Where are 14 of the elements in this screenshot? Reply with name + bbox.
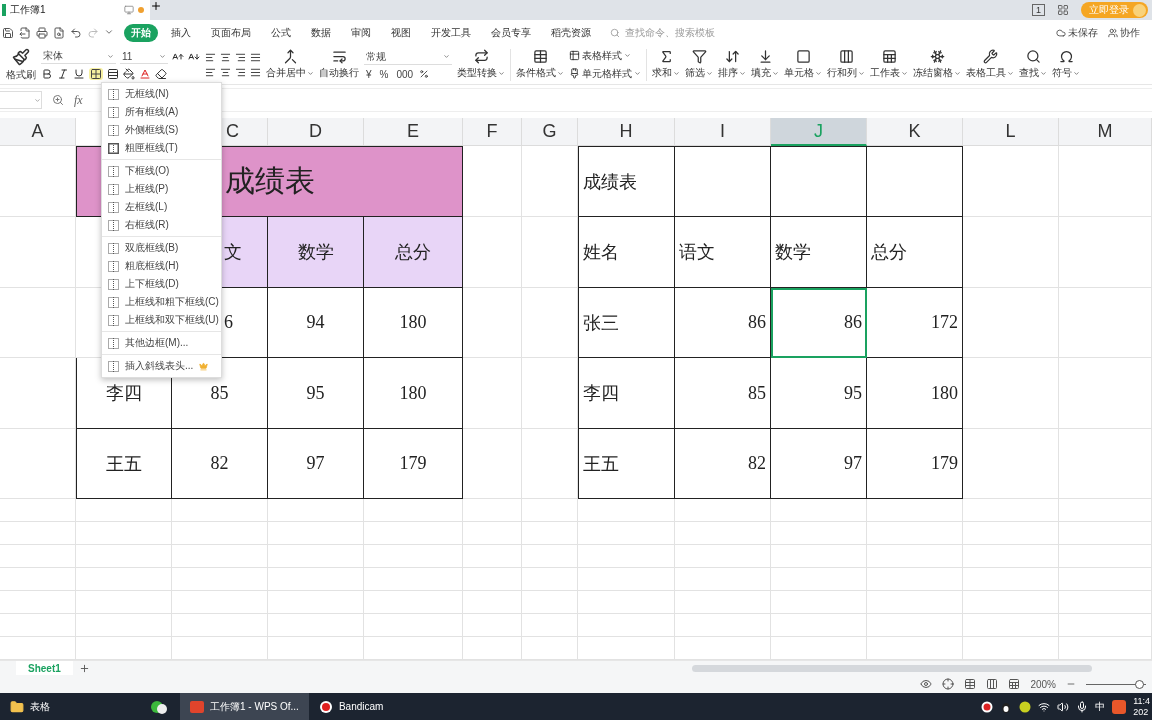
table-cell: 数学 [268,217,364,288]
table-cell: 97 [268,429,364,499]
table-cell: 179 [364,429,463,499]
table-cell: 成绩表 [578,146,675,217]
table-cell: 94 [268,288,364,358]
table-cell: 95 [268,358,364,429]
table-cell: 180 [364,288,463,358]
table-cell: 总分 [364,217,463,288]
table-cell: 82 [172,429,268,499]
page-indicator: 1 [1032,4,1045,16]
document-title: 工作簿1 [10,3,46,17]
fx-label: fx [74,92,83,108]
table-cell: 180 [364,358,463,429]
table-cell: 王五 [76,429,172,499]
